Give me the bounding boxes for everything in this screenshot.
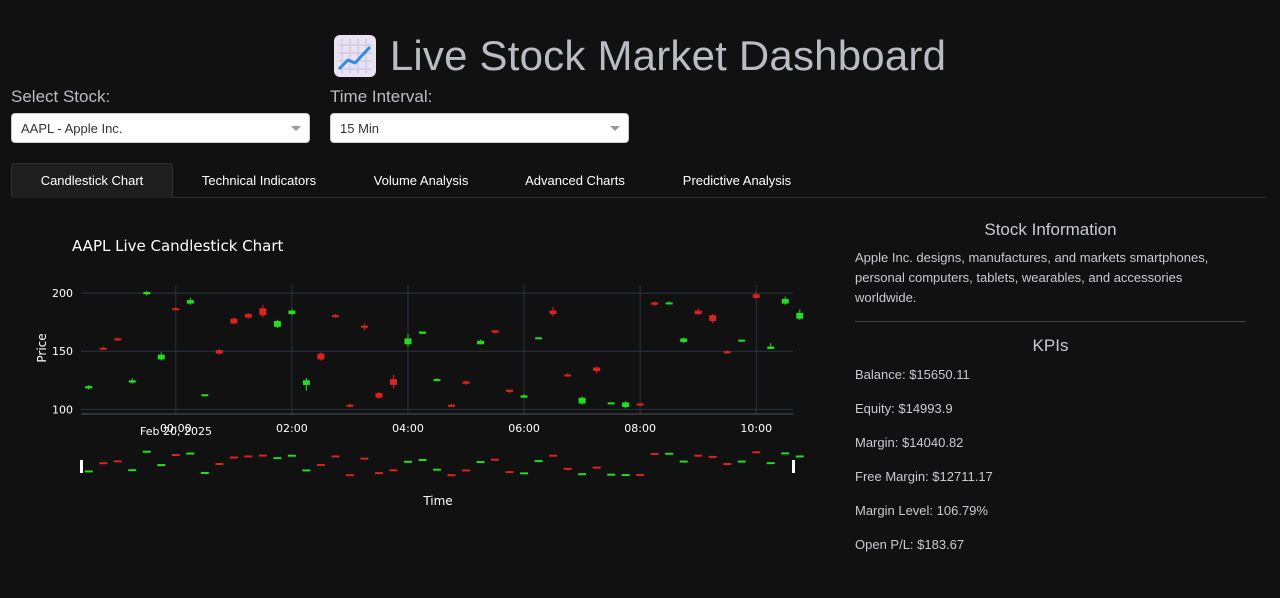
kpi-list: Balance: $15650.11 Equity: $14993.9 Marg… [855,365,1246,569]
x-tick-label: 04:00 [392,422,424,435]
candle-body[interactable] [157,354,165,360]
candle-body[interactable] [389,379,397,385]
tab-predictive-analysis[interactable]: Predictive Analysis [665,163,809,198]
y-tick-label: 200 [52,287,73,300]
stock-select[interactable]: AAPL - Apple Inc. [11,113,310,143]
header: Live Stock Market Dashboard [0,30,1280,82]
candle-body[interactable] [433,379,441,382]
x-tick-label: 08:00 [624,422,656,435]
candle-body[interactable] [99,347,107,350]
divider [855,321,1246,322]
candle-body[interactable] [665,302,673,305]
y-tick-label: 100 [52,403,73,416]
candle-body[interactable] [85,386,93,389]
candle-body[interactable] [172,308,180,311]
slider-left-handle[interactable] [80,460,83,473]
tab-volume-analysis[interactable]: Volume Analysis [356,163,486,198]
candle-body[interactable] [114,338,122,341]
candle-body[interactable] [273,321,281,327]
tab-bar: Candlestick Chart Technical Indicators V… [11,163,1266,198]
candle-body[interactable] [143,291,151,295]
candle-body[interactable] [578,397,586,404]
candle-body[interactable] [346,404,354,407]
candle-body[interactable] [564,374,572,377]
tab-advanced-charts[interactable]: Advanced Charts [511,163,639,198]
candle-body[interactable] [593,367,601,371]
candle-body[interactable] [535,337,543,340]
candle-body[interactable] [448,404,456,407]
x-tick-label: 02:00 [276,422,308,435]
candle-body[interactable] [331,315,339,318]
kpi-free-margin: Free Margin: $12711.17 [855,469,993,484]
axis-ticks: 10015020000:00 02:00 04:00 06:00 08:00 10:00 [52,287,772,435]
kpi-equity: Equity: $14993.9 [855,401,953,416]
stock-info-panel: Stock Information Apple Inc. designs, ma… [855,218,1246,569]
candle-body[interactable] [680,338,688,342]
chart-grid [81,285,793,415]
candles[interactable] [85,290,804,409]
candle-body[interactable] [302,380,310,385]
candle-body[interactable] [738,339,746,342]
candle-body[interactable] [781,298,789,304]
candle-body[interactable] [462,381,470,384]
y-axis-label: Price [35,333,49,362]
x-subtick-label: Feb 20, 2025 [140,425,212,438]
candle-body[interactable] [491,330,499,333]
candle-body[interactable] [506,389,514,392]
x-tick-label: 10:00 [740,422,772,435]
candle-body[interactable] [201,394,209,397]
candle-body[interactable] [520,395,528,398]
candle-body[interactable] [317,353,325,360]
stock-select-value: AAPL - Apple Inc. [21,120,123,136]
range-slider[interactable] [80,450,804,477]
candle-body[interactable] [709,315,717,322]
chevron-down-icon[interactable] [291,126,301,131]
y-tick-label: 150 [52,345,73,358]
candle-body[interactable] [128,380,136,383]
candle-body[interactable] [186,300,194,304]
candle-body[interactable] [752,294,760,298]
candle-body[interactable] [607,402,615,405]
candle-body[interactable] [418,331,426,334]
candle-body[interactable] [636,403,644,406]
candle-body[interactable] [651,302,659,305]
candle-body[interactable] [244,314,252,318]
kpi-open-pl: Open P/L: $183.67 [855,537,965,552]
candle-body[interactable] [360,325,368,328]
stock-select-label: Select Stock: [11,87,111,106]
interval-select[interactable]: 15 Min [330,113,629,143]
candle-body[interactable] [796,312,804,319]
x-tick-label: 06:00 [508,422,540,435]
kpi-title: KPIs [1032,336,1069,355]
chart-increasing-icon [333,35,376,77]
x-axis-label: Time [422,494,452,508]
candle-body[interactable] [259,308,267,316]
candle-body[interactable] [215,350,223,354]
chart-title: AAPL Live Candlestick Chart [72,237,284,255]
candle-body[interactable] [549,310,557,315]
tab-technical-indicators[interactable]: Technical Indicators [187,163,331,198]
candle-body[interactable] [622,402,630,408]
interval-select-value: 15 Min [340,120,380,136]
interval-select-label: Time Interval: [330,87,433,106]
kpi-margin: Margin: $14040.82 [855,435,964,450]
kpi-balance: Balance: $15650.11 [855,367,970,382]
candle-body[interactable] [694,310,702,315]
candle-body[interactable] [230,318,238,324]
chevron-down-icon[interactable] [610,126,620,131]
slider-right-handle[interactable] [792,460,795,473]
page-title: Live Stock Market Dashboard [389,32,947,79]
candle-body[interactable] [767,346,775,349]
candle-body[interactable] [375,393,383,398]
stock-info-title: Stock Information [984,220,1117,239]
candle-body[interactable] [723,351,731,354]
stock-description: Apple Inc. designs, manufactures, and ma… [855,250,1209,305]
chart-svg[interactable]: AAPL Live Candlestick Chart 10015020000:… [20,225,820,525]
candle-body[interactable] [288,310,296,315]
candle-body[interactable] [404,338,412,345]
kpi-margin-level: Margin Level: 106.79% [855,503,988,518]
candlestick-chart[interactable]: AAPL Live Candlestick Chart 100 150 200 00:… [20,225,820,525]
tab-candlestick-chart[interactable]: Candlestick Chart [11,163,173,198]
candle-body[interactable] [477,340,485,345]
